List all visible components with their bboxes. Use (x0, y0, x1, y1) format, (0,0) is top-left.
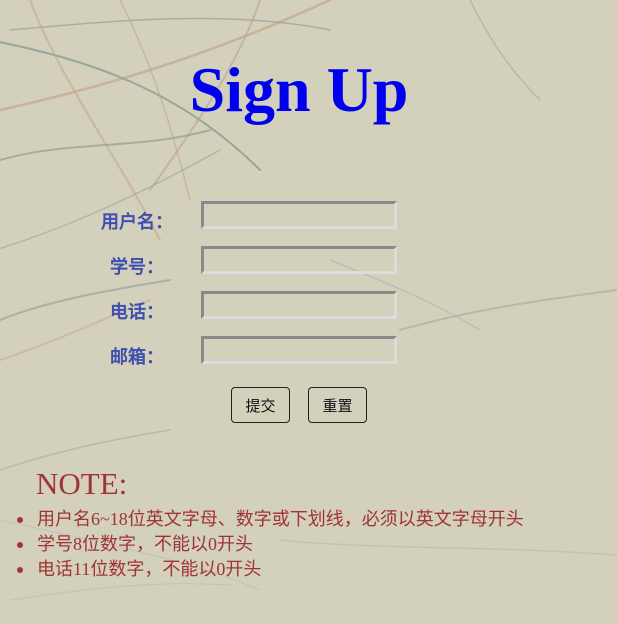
note-item-text: 学号8位数字，不能以0开头 (37, 534, 253, 554)
note-item: 电话11位数字，不能以0开头 (17, 557, 524, 582)
reset-button[interactable]: 重置 (308, 387, 367, 423)
note-item: 学号8位数字，不能以0开头 (17, 532, 524, 557)
student-id-row: 学号： (0, 246, 617, 280)
note-item: 用户名6~18位英文字母、数字或下划线，必须以英文字母开头 (17, 507, 524, 532)
phone-row: 电话： (0, 291, 617, 325)
email-input[interactable] (201, 336, 397, 364)
student-id-input[interactable] (201, 246, 397, 274)
phone-label: 电话： (110, 302, 164, 323)
phone-input[interactable] (201, 291, 397, 319)
student-id-label: 学号： (110, 257, 164, 278)
username-row: 用户名： (0, 201, 617, 235)
page-title: Sign Up (189, 54, 409, 125)
bullet-icon (17, 542, 23, 548)
username-label: 用户名： (101, 212, 173, 233)
email-row: 邮箱： (0, 336, 617, 370)
note-list: 用户名6~18位英文字母、数字或下划线，必须以英文字母开头 学号8位数字，不能以… (17, 507, 524, 582)
email-label: 邮箱： (110, 347, 164, 368)
note-item-text: 电话11位数字，不能以0开头 (37, 559, 262, 579)
note-heading: NOTE: (36, 466, 128, 501)
submit-button[interactable]: 提交 (231, 387, 290, 423)
username-input[interactable] (201, 201, 397, 229)
note-item-text: 用户名6~18位英文字母、数字或下划线，必须以英文字母开头 (37, 509, 524, 529)
bullet-icon (17, 517, 23, 523)
bullet-icon (17, 567, 23, 573)
